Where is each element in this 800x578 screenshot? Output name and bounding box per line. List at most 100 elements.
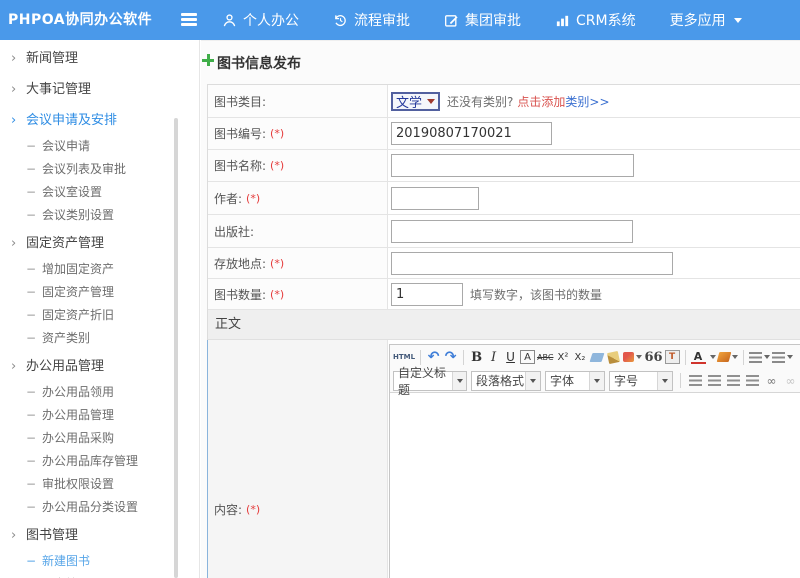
menu-item-label: CRM系统 (576, 10, 636, 30)
add-category-link[interactable]: 点击添加 (517, 95, 565, 109)
toolbar-separator (743, 350, 744, 365)
main-content: 图书信息发布 图书类目: 文学 还没有类别? 点击添加类别>> 图书编号:(*)… (201, 40, 800, 578)
quantity-input[interactable] (391, 283, 463, 306)
sidebar-item-label: 资产类别 (42, 331, 90, 345)
editor-content-area[interactable] (390, 393, 800, 578)
sidebar-item-supplies-stock[interactable]: −办公用品库存管理 (0, 450, 199, 473)
book-name-input[interactable] (391, 154, 634, 177)
toolbar-separator (420, 350, 421, 365)
dash-icon: − (26, 158, 36, 181)
sidebar-item-asset-manage[interactable]: −固定资产管理 (0, 281, 199, 304)
sidebar-item-meeting-apply[interactable]: −会议申请 (0, 135, 199, 158)
sidebar-item-asset-depreciation[interactable]: −固定资产折旧 (0, 304, 199, 327)
publisher-input[interactable] (391, 220, 633, 243)
hamburger-menu-icon[interactable] (181, 13, 197, 27)
menu-item-crm-system[interactable]: CRM系统 (555, 10, 636, 30)
toolbar-separator (463, 350, 464, 365)
top-navigation-bar: PHPOA协同办公软件 个人办公 流程审批 集团审批 CRM系统 更多应用 (0, 0, 800, 40)
ordered-list-button[interactable] (749, 348, 770, 366)
category-select[interactable]: 文学 (391, 92, 440, 111)
sidebar-item-asset-category[interactable]: −资产类别 (0, 327, 199, 350)
sidebar-item-supplies-manage[interactable]: −办公用品管理 (0, 404, 199, 427)
superscript-button[interactable]: X² (555, 348, 570, 366)
dash-icon: − (26, 204, 36, 227)
font-size-select[interactable]: 字号 (609, 371, 673, 391)
dash-icon: − (26, 496, 36, 519)
italic-button[interactable]: I (486, 348, 501, 366)
menu-item-process-approval[interactable]: 流程审批 (333, 10, 410, 30)
form-row-publisher: 出版社: (208, 215, 800, 248)
sidebar-group-label: 办公用品管理 (26, 359, 104, 374)
menu-item-more-apps[interactable]: 更多应用 (670, 10, 742, 30)
form-row-book-number: 图书编号: (*) (208, 118, 800, 150)
user-icon (222, 13, 237, 28)
select-caret-icon (657, 372, 672, 390)
underline-button[interactable]: U (503, 348, 518, 366)
align-center-icon (708, 375, 721, 386)
field-label: 图书编号: (214, 125, 266, 142)
field-label: 存放地点: (214, 255, 266, 272)
strikethrough-button[interactable]: ABC (537, 348, 553, 366)
eraser-button[interactable] (589, 348, 604, 366)
char-border-button[interactable]: A (520, 350, 535, 364)
sidebar-item-label: 固定资产管理 (42, 285, 114, 299)
caret-down-icon (734, 18, 742, 23)
select-caret-icon (589, 372, 604, 390)
chevron-right-icon: › (11, 75, 16, 104)
sidebar-item-supplies-purchase[interactable]: −办公用品采购 (0, 427, 199, 450)
menu-item-personal-office[interactable]: 个人办公 (222, 10, 299, 30)
remove-link-button[interactable]: ∞ (783, 372, 798, 390)
sidebar-item-approval-permission[interactable]: −审批权限设置 (0, 473, 199, 496)
custom-heading-select[interactable]: 自定义标题 (393, 371, 467, 391)
align-left-button[interactable] (688, 372, 703, 390)
sidebar-scrollbar[interactable] (174, 118, 178, 578)
align-justify-button[interactable] (745, 372, 760, 390)
book-number-input[interactable] (391, 122, 552, 145)
align-center-button[interactable] (707, 372, 722, 390)
align-justify-icon (746, 375, 759, 386)
sidebar-group-office-supplies[interactable]: › 办公用品管理 (0, 352, 199, 381)
bold-button[interactable]: B (469, 348, 484, 366)
sidebar-item-supplies-category[interactable]: −办公用品分类设置 (0, 496, 199, 519)
menu-item-group-approval[interactable]: 集团审批 (444, 10, 521, 30)
unordered-list-button[interactable] (772, 348, 793, 366)
align-right-button[interactable] (726, 372, 741, 390)
add-category-link-arrows[interactable]: 类别>> (565, 95, 609, 109)
sidebar-item-new-book[interactable]: −新建图书 (0, 550, 199, 573)
chevron-right-icon: › (11, 352, 16, 381)
sidebar-item-add-asset[interactable]: −增加固定资产 (0, 258, 199, 281)
font-family-select[interactable]: 字体 (545, 371, 605, 391)
dash-icon: − (26, 473, 36, 496)
paragraph-format-select[interactable]: 段落格式 (471, 371, 541, 391)
category-selected-value: 文学 (396, 92, 422, 111)
font-color-button[interactable]: A (691, 350, 706, 364)
page-title: 图书信息发布 (217, 53, 301, 73)
author-input[interactable] (391, 187, 479, 210)
blockquote-button[interactable]: 66 (644, 348, 662, 366)
sidebar-group-books[interactable]: ›图书管理 (0, 521, 199, 550)
sidebar-item-supplies-claim[interactable]: −办公用品领用 (0, 381, 199, 404)
sidebar-item-meeting-category[interactable]: −会议类别设置 (0, 204, 199, 227)
dash-icon: − (26, 573, 36, 578)
paste-as-text-button[interactable]: T (665, 350, 680, 364)
bar-chart-icon (555, 13, 570, 28)
highlight-color-button[interactable] (718, 348, 738, 366)
subscript-button[interactable]: X₂ (572, 348, 587, 366)
sidebar-group-fixed-assets[interactable]: ›固定资产管理 (0, 229, 199, 258)
sidebar-navigation: ›新闻管理 ›大事记管理 ›会议申请及安排 −会议申请 −会议列表及审批 −会议… (0, 40, 200, 578)
caret-down-icon (710, 355, 716, 359)
location-input[interactable] (391, 252, 673, 275)
sidebar-item-meeting-room[interactable]: −会议室设置 (0, 181, 199, 204)
select-caret-icon (452, 372, 466, 390)
sidebar-item-meeting-list[interactable]: −会议列表及审批 (0, 158, 199, 181)
sidebar-item-book-manage[interactable]: −图书管理 (0, 573, 199, 578)
insert-link-button[interactable]: ∞ (764, 372, 779, 390)
clear-format-button[interactable] (606, 348, 621, 366)
format-brush-button[interactable] (623, 348, 642, 366)
sidebar-group-memorabilia[interactable]: ›大事记管理 (0, 75, 199, 104)
rich-text-editor: HTML ↶ ↷ B I U A ABC X² X₂ (389, 344, 800, 578)
sidebar-group-news[interactable]: ›新闻管理 (0, 44, 199, 73)
form-row-book-name: 图书名称:(*) (208, 150, 800, 182)
required-marker: (*) (270, 127, 284, 140)
sidebar-group-meeting[interactable]: ›会议申请及安排 (0, 106, 199, 135)
